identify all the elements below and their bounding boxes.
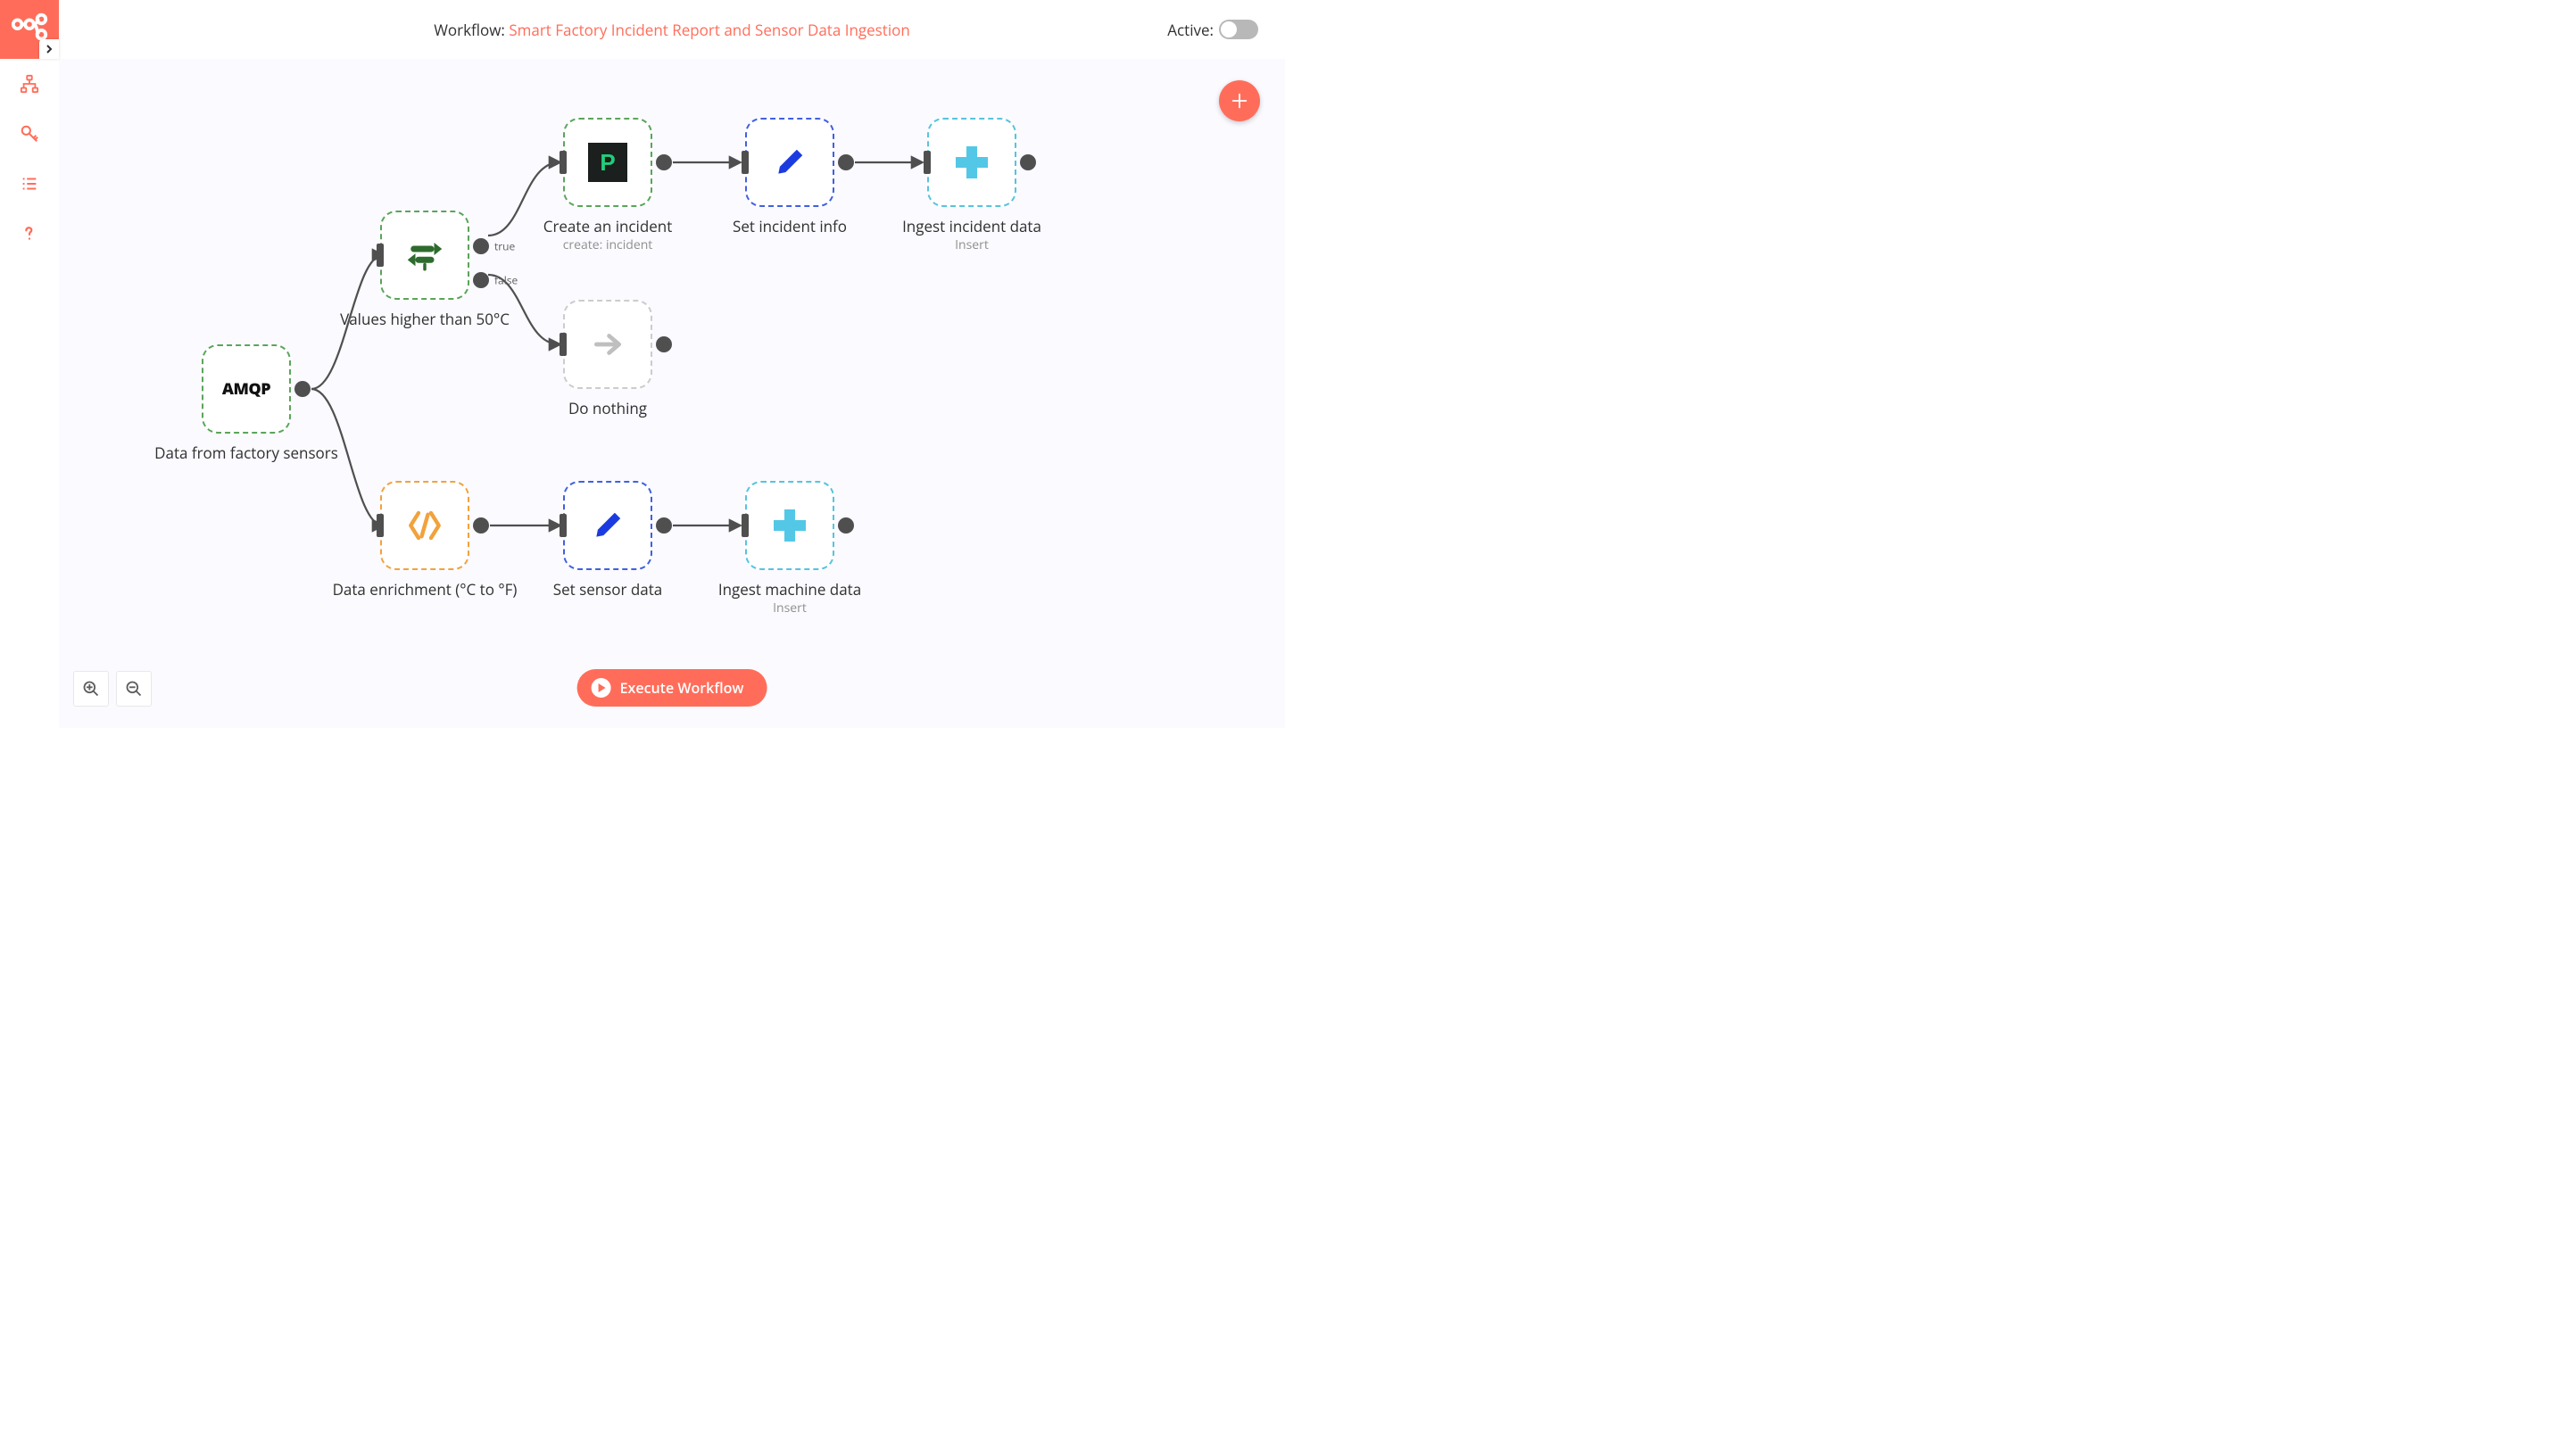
output-port[interactable] [838, 154, 854, 170]
node-label: Values higher than 50°C [340, 309, 510, 329]
node-label: Do nothing [568, 398, 647, 418]
crate-icon [950, 141, 993, 184]
zoom-controls [73, 671, 152, 707]
add-node-button[interactable] [1219, 80, 1260, 121]
execute-label: Execute Workflow [620, 678, 744, 698]
input-port[interactable] [377, 514, 384, 537]
node-label: Set sensor data [553, 579, 662, 600]
arrow-right-icon [586, 323, 629, 366]
output-port[interactable] [656, 154, 672, 170]
execute-workflow-button[interactable]: Execute Workflow [577, 669, 767, 707]
play-icon [592, 678, 611, 698]
header: Workflow: Smart Factory Incident Report … [59, 0, 1285, 59]
branch-icon [403, 234, 446, 277]
pencil-icon [768, 141, 811, 184]
node-noop[interactable]: Do nothing [563, 300, 652, 418]
title-prefix: Workflow: [434, 20, 509, 40]
node-box[interactable] [380, 481, 469, 570]
input-port[interactable] [560, 333, 567, 356]
output-port[interactable] [656, 336, 672, 352]
pagerduty-icon: P [586, 141, 629, 184]
output-port[interactable] [473, 517, 489, 534]
output-port[interactable] [1020, 154, 1036, 170]
node-enrich[interactable]: Data enrichment (°C to °F) [380, 481, 469, 600]
node-create-incident[interactable]: P Create an incident create: incident [563, 118, 652, 253]
plus-icon [1230, 91, 1249, 111]
input-port[interactable] [377, 244, 384, 267]
input-port[interactable] [560, 151, 567, 174]
input-port[interactable] [924, 151, 931, 174]
sidebar-rail [0, 0, 59, 728]
input-port[interactable] [742, 514, 749, 537]
input-port[interactable] [560, 514, 567, 537]
key-icon [20, 124, 39, 144]
node-box[interactable] [745, 481, 834, 570]
node-box[interactable] [563, 300, 652, 389]
node-sublabel: Insert [955, 236, 989, 253]
header-right: Active: [1167, 0, 1258, 59]
workflow-name[interactable]: Smart Factory Incident Report and Sensor… [509, 20, 909, 40]
crate-icon [768, 504, 811, 547]
help-icon [20, 224, 39, 244]
node-set-sensor-data[interactable]: Set sensor data [563, 481, 652, 600]
sidebar-item-help[interactable] [0, 209, 59, 259]
sidebar-item-credentials[interactable] [0, 109, 59, 159]
node-trigger[interactable]: AMQP Data from factory sensors [202, 344, 291, 463]
amqp-icon: AMQP [225, 368, 268, 410]
active-toggle[interactable] [1219, 20, 1258, 39]
node-if[interactable]: true false Values higher than 50°C [380, 211, 469, 329]
toggle-knob [1221, 21, 1237, 37]
chevron-right-icon [44, 44, 54, 54]
node-box[interactable] [563, 481, 652, 570]
zoom-out-button[interactable] [116, 671, 152, 707]
sidebar-item-workflows[interactable] [0, 59, 59, 109]
node-label: Data from factory sensors [154, 443, 338, 463]
zoom-in-button[interactable] [73, 671, 109, 707]
node-label: Create an incident [543, 216, 673, 236]
input-port[interactable] [742, 151, 749, 174]
app-logo[interactable] [0, 0, 59, 59]
node-label: Data enrichment (°C to °F) [333, 579, 518, 600]
output-port-false[interactable]: false [473, 272, 489, 288]
node-label: Ingest machine data [718, 579, 861, 600]
output-port[interactable] [838, 517, 854, 534]
node-set-incident-info[interactable]: Set incident info [745, 118, 834, 236]
node-box[interactable]: P [563, 118, 652, 207]
node-ingest-machine[interactable]: Ingest machine data Insert [745, 481, 834, 616]
executions-icon [20, 174, 39, 194]
node-box[interactable]: AMQP [202, 344, 291, 434]
node-ingest-incident[interactable]: Ingest incident data Insert [927, 118, 1016, 253]
node-box[interactable] [745, 118, 834, 207]
output-port[interactable] [656, 517, 672, 534]
output-port[interactable] [294, 381, 311, 397]
zoom-in-icon [82, 680, 100, 698]
node-sublabel: create: incident [563, 236, 653, 253]
node-box[interactable]: true false [380, 211, 469, 300]
node-sublabel: Insert [773, 600, 807, 616]
sidebar-expand-button[interactable] [39, 39, 59, 59]
pencil-icon [586, 504, 629, 547]
sidebar-item-executions[interactable] [0, 159, 59, 209]
workflow-canvas[interactable]: AMQP Data from factory sensors true fals… [59, 59, 1285, 728]
node-box[interactable] [927, 118, 1016, 207]
output-port-true[interactable]: true [473, 238, 489, 254]
zoom-out-icon [125, 680, 143, 698]
page-title: Workflow: Smart Factory Incident Report … [434, 20, 910, 40]
active-label: Active: [1167, 20, 1214, 40]
node-label: Set incident info [733, 216, 847, 236]
workflows-icon [20, 74, 39, 94]
function-icon [403, 504, 446, 547]
node-label: Ingest incident data [902, 216, 1041, 236]
